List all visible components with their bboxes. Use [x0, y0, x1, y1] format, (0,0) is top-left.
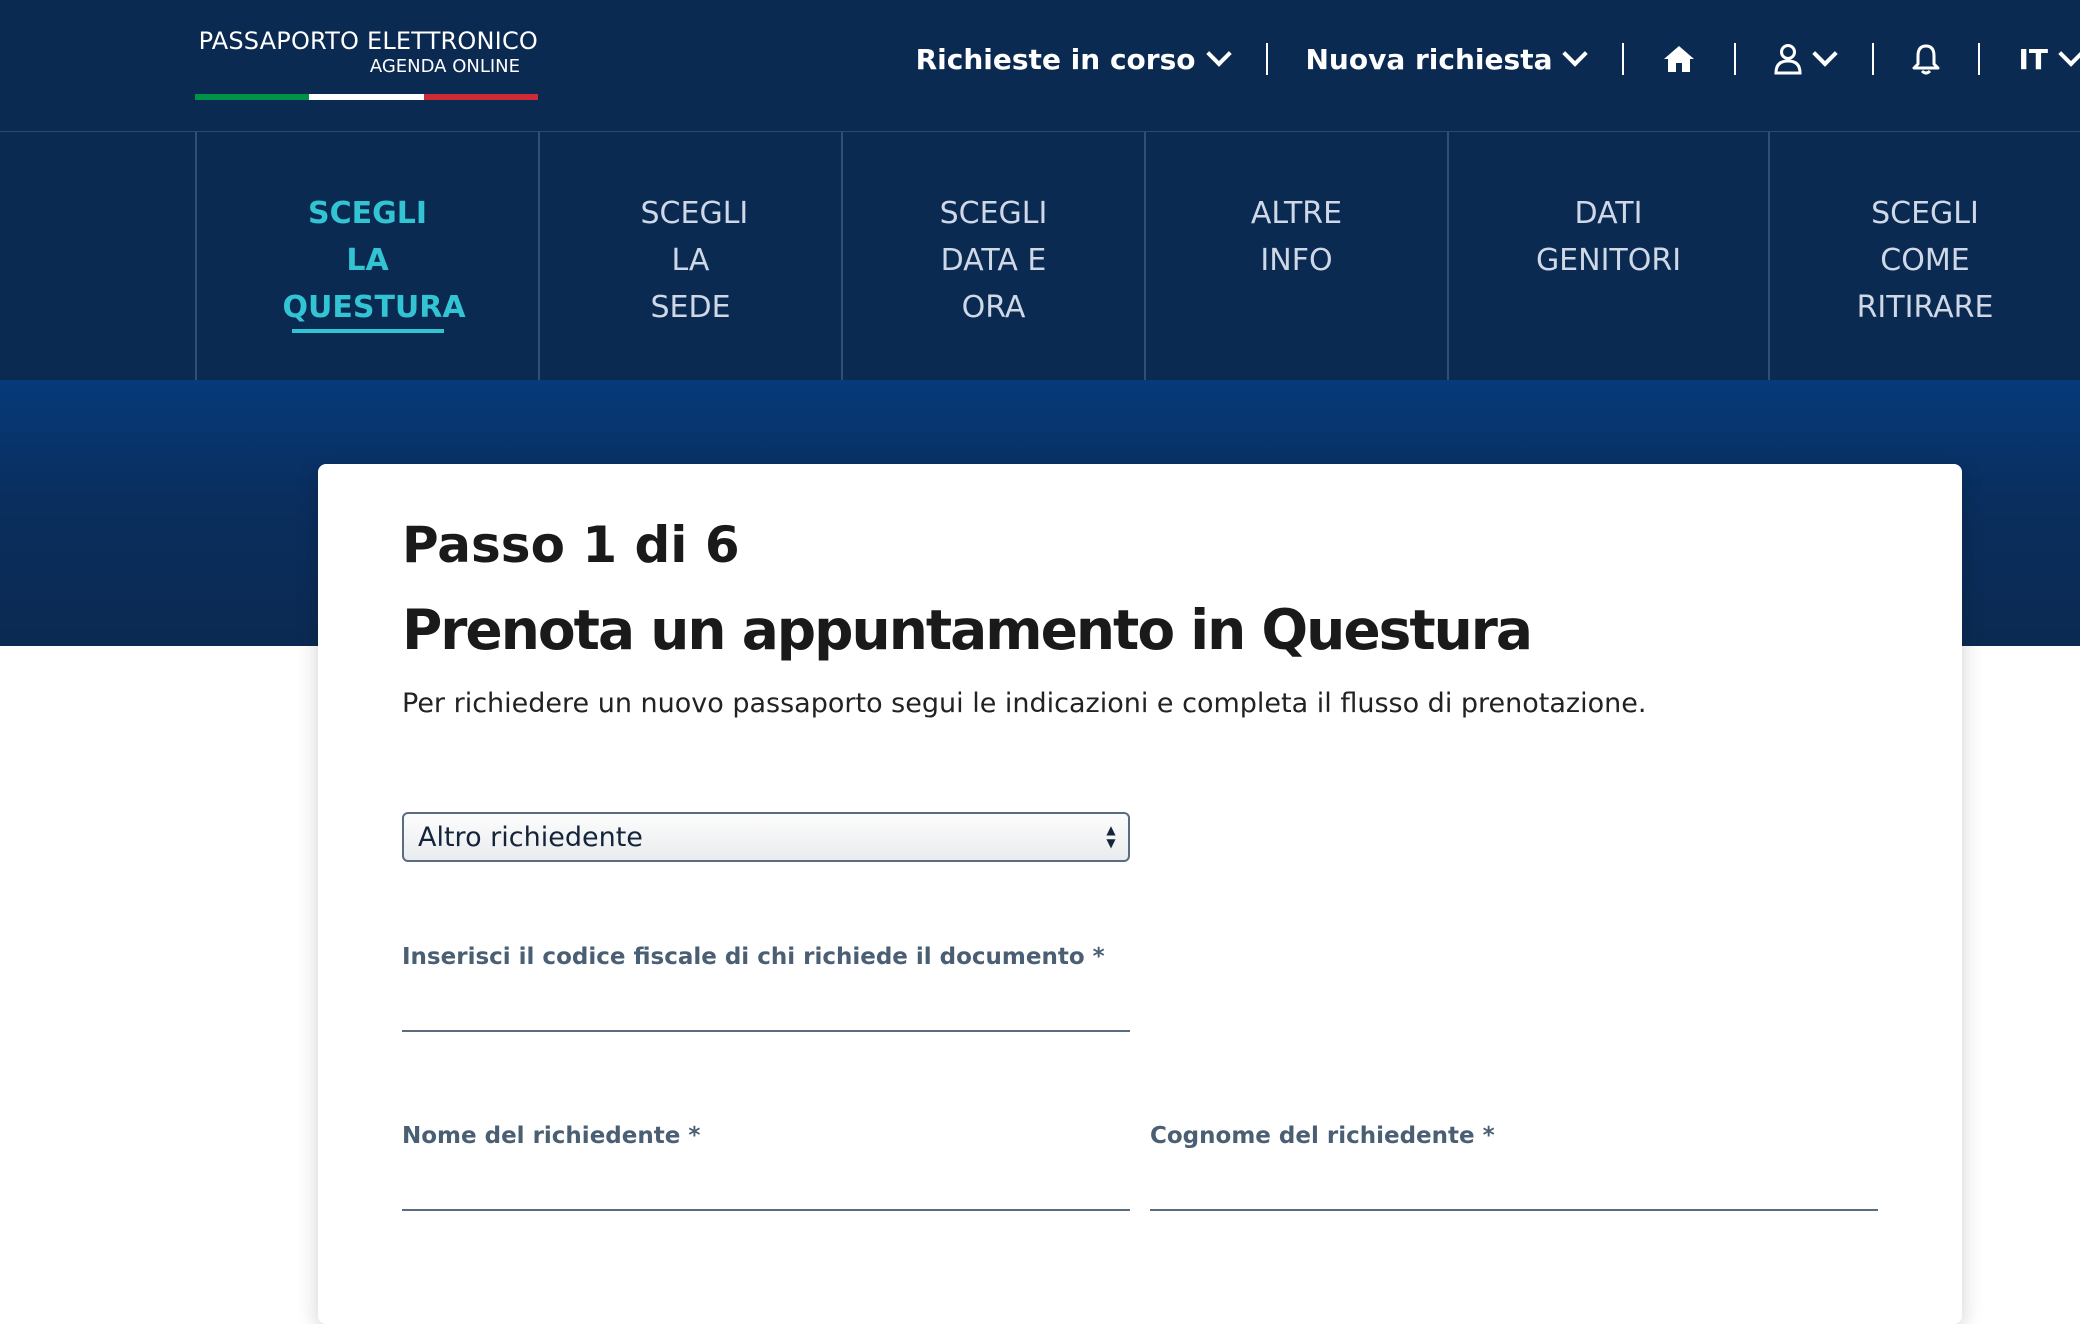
tax-code-label: Inserisci il codice fiscale di chi richi… [402, 944, 1105, 970]
last-name-input[interactable] [1150, 1155, 1878, 1211]
step-label: SCEGLI LA QUESTURA [282, 196, 466, 325]
chevron-down-icon [1562, 41, 1589, 67]
user-icon [1774, 44, 1802, 75]
step-label: SCEGLI COME RITIRARE [1856, 196, 1994, 325]
chevron-down-icon [2058, 41, 2080, 67]
step-label: SCEGLI DATA E ORA [939, 196, 1048, 325]
brand-subtitle: AGENDA ONLINE [369, 56, 520, 77]
first-name-input[interactable] [402, 1155, 1130, 1211]
step-choose-site[interactable]: SCEGLI LA SEDE [538, 132, 841, 380]
applicant-type-value: Altro richiedente [418, 822, 643, 853]
nav-divider [1734, 43, 1737, 75]
step-choose-date-time[interactable]: SCEGLI DATA E ORA [841, 132, 1144, 380]
page-title: Prenota un appuntamento in Questura [402, 598, 1533, 662]
menu-requests-label: Richieste in corso [915, 42, 1196, 76]
menu-requests-in-progress[interactable]: Richieste in corso [915, 41, 1232, 76]
bell-icon [1912, 44, 1940, 75]
home-button[interactable] [1662, 44, 1696, 74]
nav-divider [1872, 43, 1875, 75]
language-selector[interactable]: IT [2018, 41, 2080, 76]
home-icon [1664, 46, 1695, 72]
italian-flag-stripe [195, 94, 538, 100]
step-other-info[interactable]: ALTRE INFO [1144, 132, 1447, 380]
chevron-down-icon [1812, 41, 1839, 67]
site-logo[interactable]: PASSAPORTO ELETTRONICO AGENDA ONLINE [195, 26, 538, 100]
user-menu-button[interactable] [1774, 41, 1839, 75]
menu-new-request-label: Nuova richiesta [1305, 42, 1553, 76]
step-parents-data[interactable]: DATI GENITORI [1447, 132, 1768, 380]
step-label: ALTRE INFO [1250, 196, 1343, 278]
brand-title: PASSAPORTO ELETTRONICO [198, 27, 538, 55]
first-name-label: Nome del richiedente * [402, 1123, 701, 1149]
nav-divider [1978, 43, 1981, 75]
last-name-label: Cognome del richiedente * [1150, 1123, 1495, 1149]
menu-new-request[interactable]: Nuova richiesta [1305, 41, 1589, 76]
nav-divider [1265, 43, 1268, 75]
top-header: PASSAPORTO ELETTRONICO AGENDA ONLINE Ric… [0, 0, 2080, 132]
nav-divider [1622, 43, 1625, 75]
chevron-down-icon [1205, 41, 1232, 67]
language-label: IT [2018, 42, 2048, 76]
active-step-indicator [291, 329, 444, 333]
step-label: SCEGLI LA SEDE [640, 196, 749, 325]
booking-form-card: Passo 1 di 6 Prenota un appuntamento in … [318, 464, 1962, 1324]
step-counter: Passo 1 di 6 [402, 516, 740, 574]
top-navigation: Richieste in corso Nuova richiesta IT [916, 36, 2080, 82]
select-arrows-icon: ▲ ▼ [1106, 823, 1116, 850]
tax-code-input[interactable] [402, 976, 1130, 1032]
applicant-type-select[interactable]: Altro richiedente ▲ ▼ [402, 812, 1130, 862]
step-choose-questura[interactable]: SCEGLI LA QUESTURA [195, 132, 538, 380]
notifications-button[interactable] [1912, 43, 1940, 75]
intro-text: Per richiedere un nuovo passaporto segui… [402, 688, 1647, 719]
step-label: DATI GENITORI [1535, 196, 1682, 278]
step-choose-pickup[interactable]: SCEGLI COME RITIRARE [1768, 132, 2080, 380]
